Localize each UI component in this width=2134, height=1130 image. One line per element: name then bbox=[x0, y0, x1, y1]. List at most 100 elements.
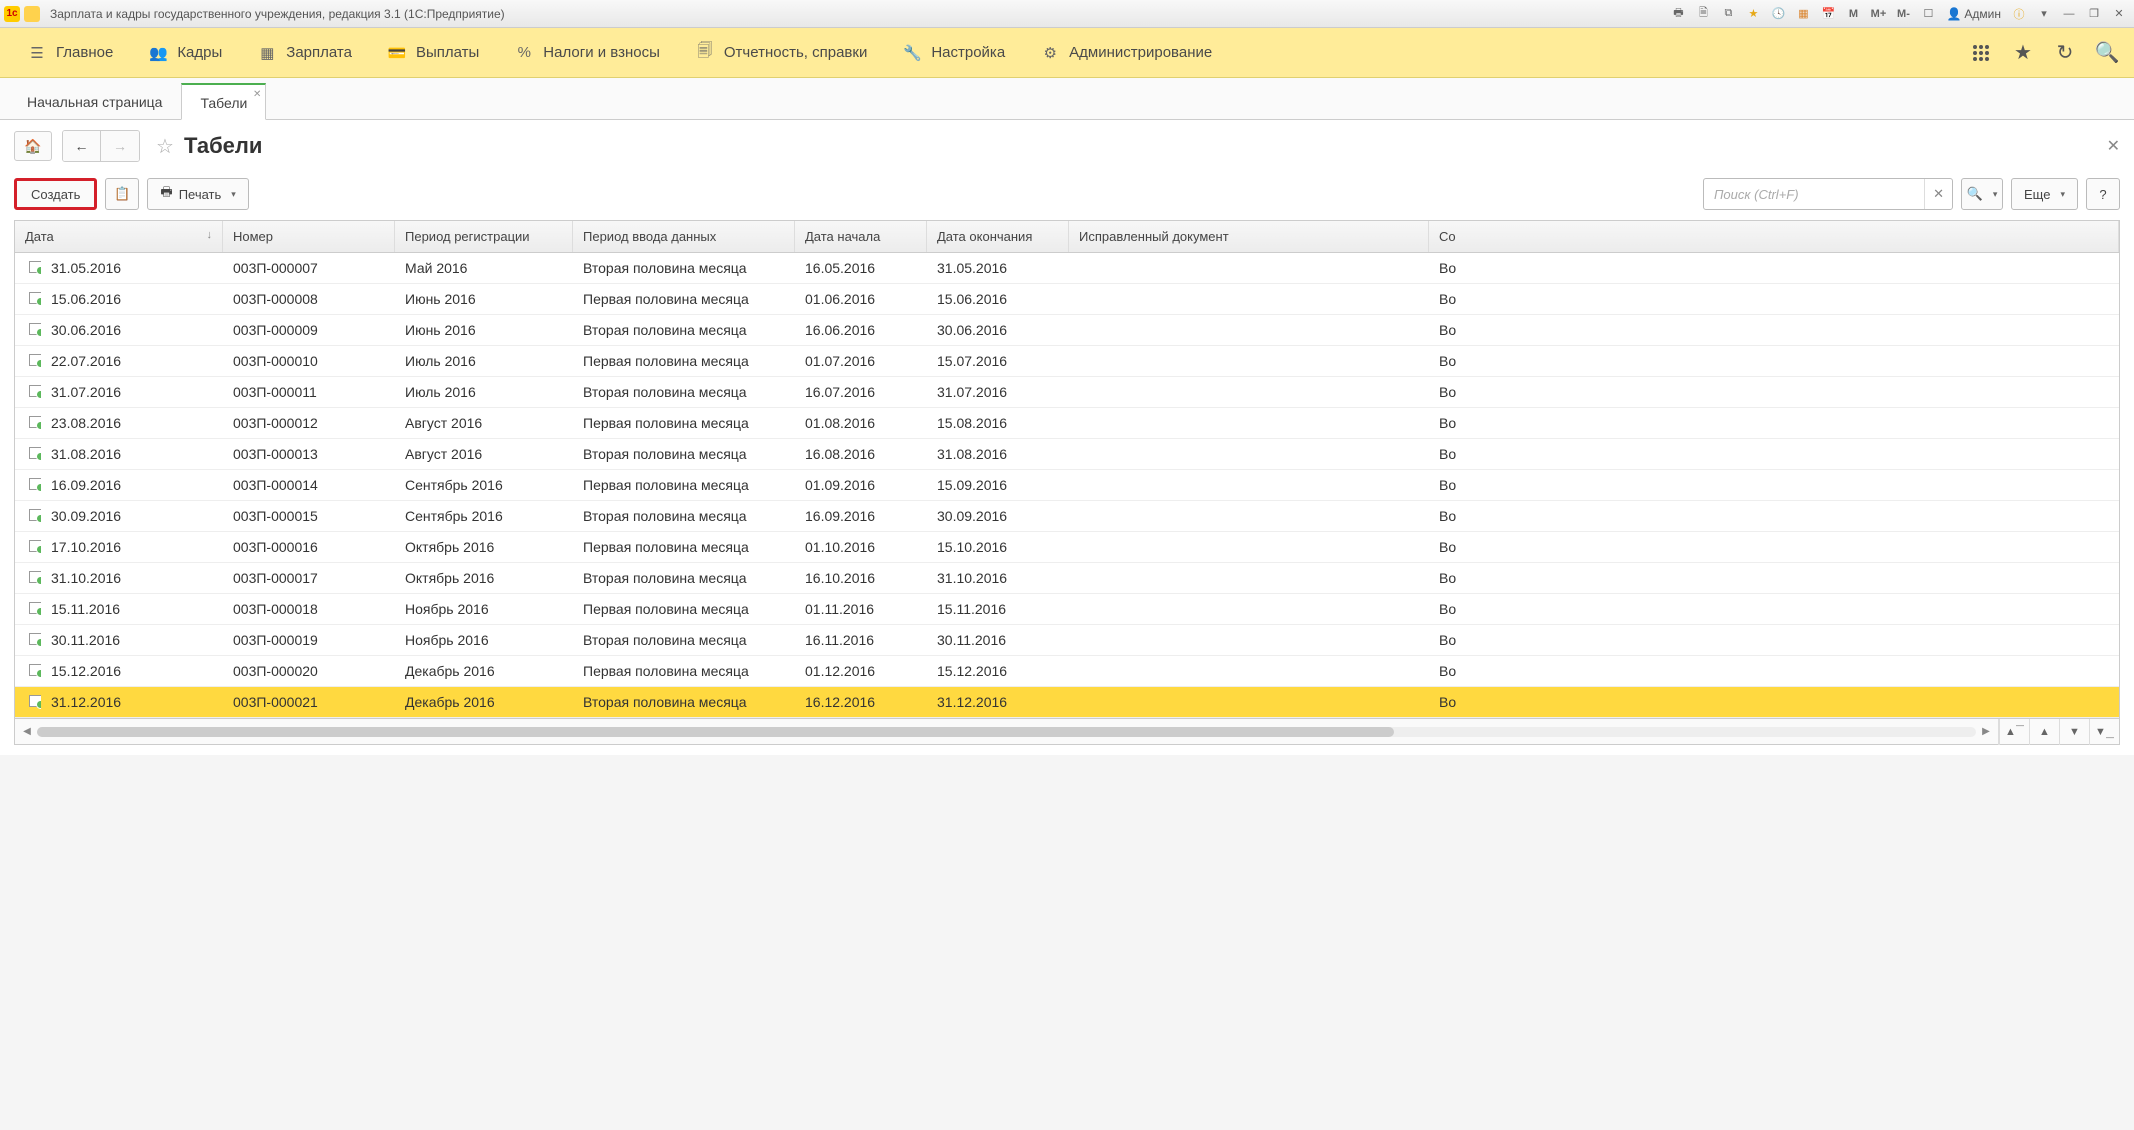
table-row[interactable]: 31.05.2016003П-000007Май 2016Вторая поло… bbox=[15, 253, 2119, 284]
create-button-label: Создать bbox=[31, 187, 80, 202]
more-button[interactable]: Еще bbox=[2011, 178, 2078, 210]
menu-main[interactable]: ☰ Главное bbox=[10, 28, 131, 77]
table-row[interactable]: 31.12.2016003П-000021Декабрь 2016Вторая … bbox=[15, 687, 2119, 718]
nav-forward-button[interactable]: → bbox=[101, 131, 139, 161]
scroll-left-icon[interactable]: ◀ bbox=[21, 726, 33, 737]
tb-mminus-icon[interactable]: M- bbox=[1892, 4, 1914, 24]
menu-salary[interactable]: ▦ Зарплата bbox=[240, 28, 370, 77]
table-row[interactable]: 17.10.2016003П-000016Октябрь 2016Первая … bbox=[15, 532, 2119, 563]
col-date[interactable]: Дата ↓ bbox=[15, 221, 223, 252]
cell-number: 003П-000010 bbox=[223, 346, 395, 376]
cell-date-end: 15.12.2016 bbox=[927, 656, 1069, 686]
row-status-icon bbox=[15, 315, 41, 345]
menu-admin[interactable]: ⚙ Администрирование bbox=[1023, 28, 1230, 77]
scroll-down-button[interactable]: ▼ bbox=[2059, 719, 2089, 745]
page-close-icon[interactable]: ✕ bbox=[2107, 136, 2120, 156]
col-reg-period[interactable]: Период регистрации bbox=[395, 221, 573, 252]
col-date-start[interactable]: Дата начала bbox=[795, 221, 927, 252]
table-row[interactable]: 30.11.2016003П-000019Ноябрь 2016Вторая п… bbox=[15, 625, 2119, 656]
tb-calc-icon[interactable]: ▦ bbox=[1792, 4, 1814, 24]
table-row[interactable]: 31.10.2016003П-000017Октябрь 2016Вторая … bbox=[15, 563, 2119, 594]
tab-start-page[interactable]: Начальная страница bbox=[8, 83, 181, 119]
cell-number: 003П-000016 bbox=[223, 532, 395, 562]
table-row[interactable]: 31.07.2016003П-000011Июль 2016Вторая пол… bbox=[15, 377, 2119, 408]
tb-history-icon[interactable]: 🕓 bbox=[1767, 4, 1789, 24]
tb-favorite-icon[interactable]: ★ bbox=[1742, 4, 1764, 24]
cell-date-start: 16.12.2016 bbox=[795, 687, 927, 717]
help-button[interactable]: ? bbox=[2086, 178, 2120, 210]
table-row[interactable]: 22.07.2016003П-000010Июль 2016Первая пол… bbox=[15, 346, 2119, 377]
history-icon[interactable]: ↻ bbox=[2048, 36, 2082, 70]
table-row[interactable]: 16.09.2016003П-000014Сентябрь 2016Первая… bbox=[15, 470, 2119, 501]
nav-home-button[interactable]: 🏠 bbox=[14, 131, 52, 161]
tb-copy-icon[interactable]: ⧉ bbox=[1717, 4, 1739, 24]
table-row[interactable]: 31.08.2016003П-000013Август 2016Вторая п… bbox=[15, 439, 2119, 470]
menu-taxes[interactable]: % Налоги и взносы bbox=[497, 28, 678, 77]
scroll-top-button[interactable]: ▲— bbox=[1999, 719, 2029, 745]
tab-timesheets[interactable]: Табели ✕ bbox=[181, 83, 266, 120]
create-button[interactable]: Создать bbox=[14, 178, 97, 210]
row-status-icon bbox=[15, 284, 41, 314]
page-content: 🏠 ← → ☆ Табели ✕ Создать 📋 🖶 Печать ✕ 🔍 bbox=[0, 120, 2134, 755]
table-row[interactable]: 15.06.2016003П-000008Июнь 2016Первая пол… bbox=[15, 284, 2119, 315]
table-row[interactable]: 30.06.2016003П-000009Июнь 2016Вторая пол… bbox=[15, 315, 2119, 346]
cell-reg-period: Ноябрь 2016 bbox=[395, 594, 573, 624]
tb-save-icon[interactable]: 🗎 bbox=[1692, 4, 1714, 24]
print-button[interactable]: 🖶 Печать bbox=[147, 178, 248, 210]
favorite-icon[interactable]: ☆ bbox=[156, 134, 174, 159]
window-maximize-icon[interactable]: ❐ bbox=[2083, 4, 2105, 24]
col-number[interactable]: Номер bbox=[223, 221, 395, 252]
tb-m-icon[interactable]: M bbox=[1842, 4, 1864, 24]
tb-calendar-icon[interactable]: 📅 bbox=[1817, 4, 1839, 24]
col-date-end[interactable]: Дата окончания bbox=[927, 221, 1069, 252]
print-button-label: Печать bbox=[179, 187, 222, 202]
scroll-thumb[interactable] bbox=[37, 727, 1394, 737]
tab-close-icon[interactable]: ✕ bbox=[253, 89, 261, 100]
app-secondary-icon bbox=[24, 6, 40, 22]
cell-date-end: 30.11.2016 bbox=[927, 625, 1069, 655]
cell-date: 15.12.2016 bbox=[41, 656, 223, 686]
tb-info-icon[interactable]: ⓘ bbox=[2008, 4, 2030, 24]
search-clear-icon[interactable]: ✕ bbox=[1924, 179, 1952, 209]
tb-dropdown-icon[interactable]: ▾ bbox=[2033, 4, 2055, 24]
col-input-period[interactable]: Период ввода данных bbox=[573, 221, 795, 252]
cell-date-end: 15.11.2016 bbox=[927, 594, 1069, 624]
search-filter-button[interactable]: 🔍 bbox=[1961, 178, 2003, 210]
titlebar: 1c Зарплата и кадры государственного учр… bbox=[0, 0, 2134, 28]
scroll-track[interactable] bbox=[37, 727, 1976, 737]
menu-reports[interactable]: 🗐 Отчетность, справки bbox=[678, 28, 885, 77]
cell-date-end: 31.08.2016 bbox=[927, 439, 1069, 469]
search-icon[interactable]: 🔍 bbox=[2090, 36, 2124, 70]
menu-payments[interactable]: 💳 Выплаты bbox=[370, 28, 497, 77]
nav-back-button[interactable]: ← bbox=[63, 131, 101, 161]
tb-mplus-icon[interactable]: M+ bbox=[1867, 4, 1889, 24]
star-icon[interactable]: ★ bbox=[2006, 36, 2040, 70]
horizontal-scrollbar[interactable]: ◀ ▶ bbox=[15, 725, 1998, 739]
window-close-icon[interactable]: ✕ bbox=[2108, 4, 2130, 24]
menu-personnel[interactable]: 👥 Кадры bbox=[131, 28, 240, 77]
people-icon: 👥 bbox=[149, 44, 167, 62]
menu-settings[interactable]: 🔧 Настройка bbox=[885, 28, 1023, 77]
scroll-right-icon[interactable]: ▶ bbox=[1980, 726, 1992, 737]
table-row[interactable]: 30.09.2016003П-000015Сентябрь 2016Вторая… bbox=[15, 501, 2119, 532]
search-input[interactable] bbox=[1704, 179, 1924, 209]
tb-print-icon[interactable]: 🖶 bbox=[1667, 4, 1689, 24]
apps-icon[interactable] bbox=[1964, 36, 1998, 70]
col-fix-doc[interactable]: Исправленный документ bbox=[1069, 221, 1429, 252]
table-row[interactable]: 15.11.2016003П-000018Ноябрь 2016Первая п… bbox=[15, 594, 2119, 625]
table-row[interactable]: 23.08.2016003П-000012Август 2016Первая п… bbox=[15, 408, 2119, 439]
row-status-icon bbox=[15, 377, 41, 407]
col-last[interactable]: Со bbox=[1429, 221, 2119, 252]
cell-fix-doc bbox=[1069, 416, 1429, 430]
table-row[interactable]: 15.12.2016003П-000020Декабрь 2016Первая … bbox=[15, 656, 2119, 687]
tb-panels-icon[interactable]: ☐ bbox=[1917, 4, 1939, 24]
scroll-up-button[interactable]: ▲ bbox=[2029, 719, 2059, 745]
user-label[interactable]: 👤 Админ bbox=[1942, 7, 2005, 21]
cell-fix-doc bbox=[1069, 261, 1429, 275]
copy-button[interactable]: 📋 bbox=[105, 178, 139, 210]
window-minimize-icon[interactable]: — bbox=[2058, 4, 2080, 24]
table-footer: ◀ ▶ ▲— ▲ ▼ ▼— bbox=[14, 719, 2120, 745]
row-status-icon bbox=[15, 656, 41, 686]
cell-fix-doc bbox=[1069, 385, 1429, 399]
scroll-bottom-button[interactable]: ▼— bbox=[2089, 719, 2119, 745]
